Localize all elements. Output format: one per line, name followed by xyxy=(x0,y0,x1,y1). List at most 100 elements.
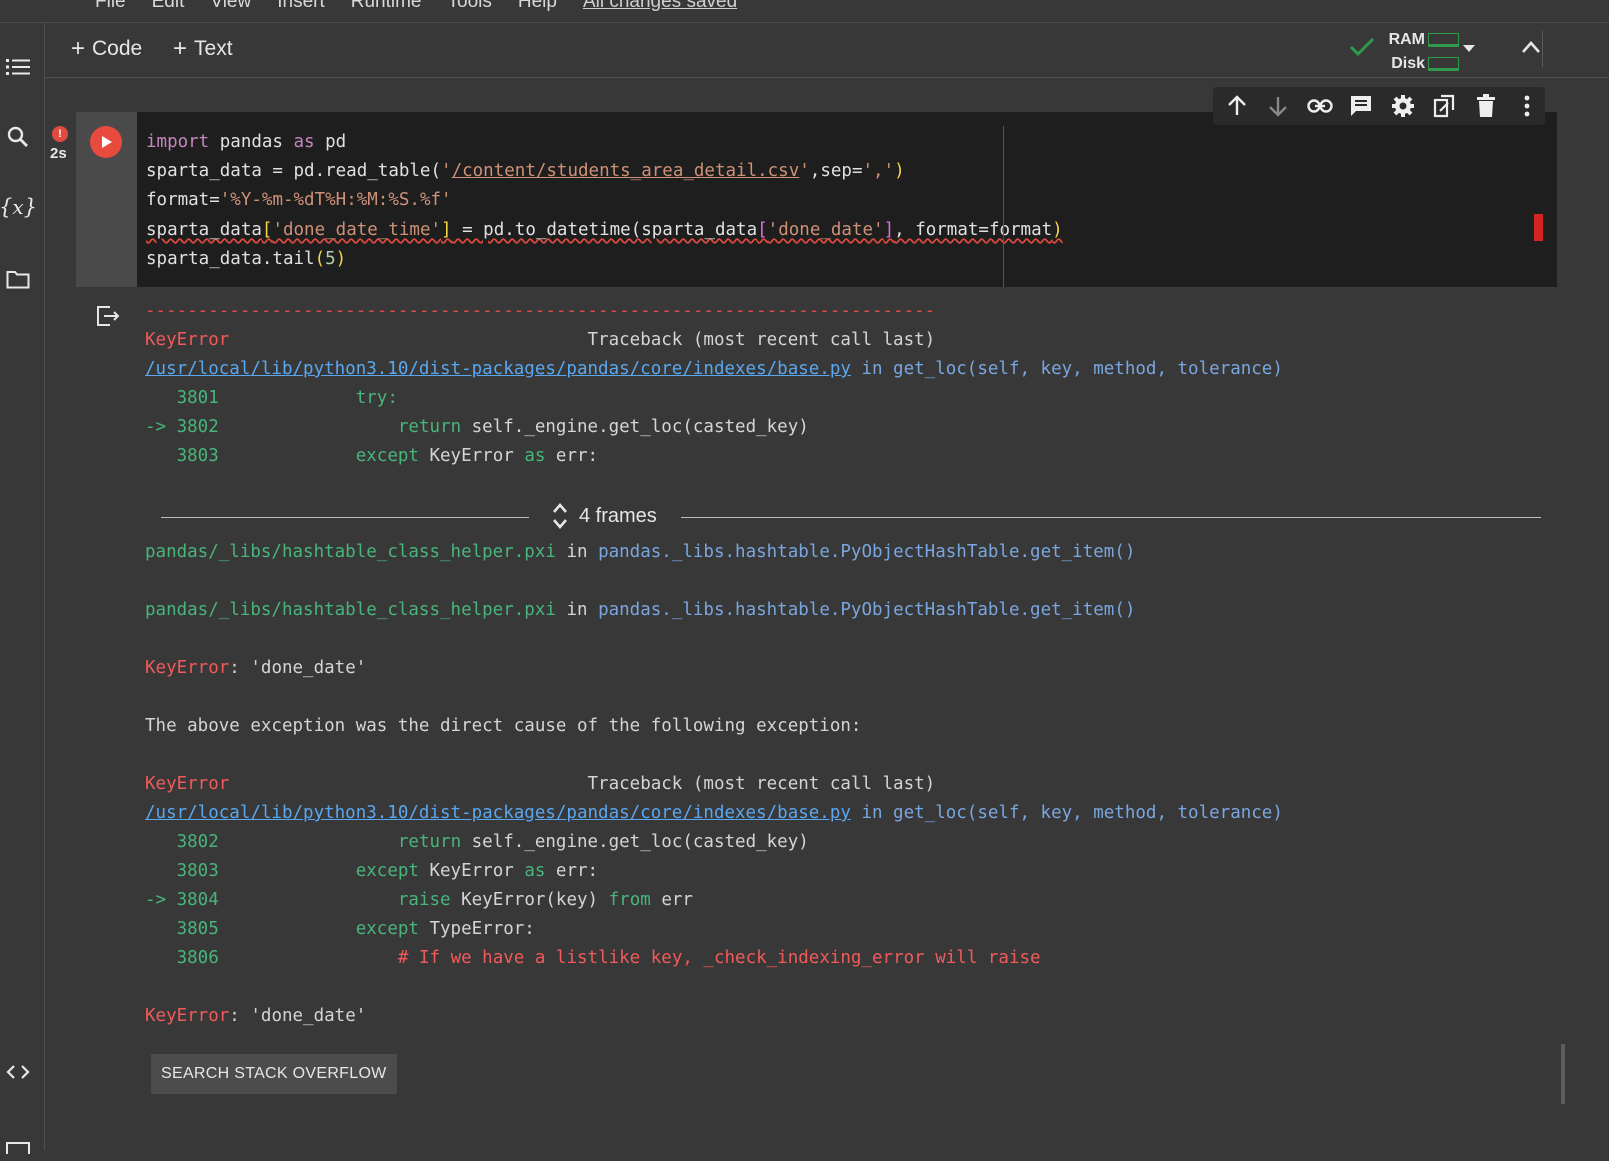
link-icon xyxy=(1307,99,1333,113)
current-line-arrow: -> xyxy=(145,890,177,910)
traceback-header: Traceback (most recent call last) xyxy=(229,774,936,794)
link-button[interactable] xyxy=(1302,89,1338,123)
toolbar-divider xyxy=(1542,31,1543,67)
file-link[interactable]: /usr/local/lib/python3.10/dist-packages/… xyxy=(145,803,851,823)
line-number: 3806 xyxy=(145,948,219,968)
code-cell[interactable]: import pandas as pd sparta_data = pd.rea… xyxy=(76,112,1557,287)
code-token: ] xyxy=(441,219,452,240)
cell-toolbar xyxy=(1213,87,1545,125)
add-text-button[interactable]: + Text xyxy=(173,37,233,61)
line-number: 3804 xyxy=(176,890,219,910)
code-token: , format=format xyxy=(894,219,1053,240)
search-stack-overflow-button[interactable]: SEARCH STACK OVERFLOW xyxy=(151,1054,397,1094)
menu-help[interactable]: Help xyxy=(518,0,557,13)
terminal-icon[interactable] xyxy=(4,1133,32,1161)
code-token: sparta_data xyxy=(146,219,262,240)
function-signature: in get_loc(self, key, method, tolerance) xyxy=(850,359,1283,379)
variables-icon[interactable]: {x} xyxy=(0,193,37,221)
code-text: KeyError(key) xyxy=(450,890,609,910)
execution-time: 2s xyxy=(50,145,67,162)
menu-tools[interactable]: Tools xyxy=(448,0,492,13)
keyword: return xyxy=(397,832,462,852)
code-token: ] xyxy=(883,219,895,240)
delete-cell-button[interactable] xyxy=(1468,89,1504,123)
file-link[interactable]: /usr/local/lib/python3.10/dist-packages/… xyxy=(145,359,851,379)
add-code-label: Code xyxy=(92,37,143,60)
code-token: 'done_date' xyxy=(767,219,884,240)
frames-label: 4 frames xyxy=(579,504,657,527)
line-number: 3802 xyxy=(145,832,219,852)
editor-ruler xyxy=(1003,126,1004,287)
settings-button[interactable] xyxy=(1385,89,1421,123)
frames-divider-left xyxy=(161,517,529,518)
csv-path-link[interactable]: /content/students_area_detail.csv xyxy=(452,161,800,181)
frames-divider-right xyxy=(681,517,1541,518)
current-line-arrow: -> xyxy=(145,417,177,437)
expand-frames-toggle[interactable]: 4 frames xyxy=(551,501,657,531)
arrow-up-icon xyxy=(1227,95,1246,115)
cause-message: The above exception was the direct cause… xyxy=(145,716,862,736)
menu-file[interactable]: File xyxy=(95,0,126,13)
keyword: return xyxy=(397,417,462,437)
collapsed-frames[interactable]: 4 frames xyxy=(161,503,1541,535)
code-token: ',' xyxy=(862,161,895,182)
gear-icon xyxy=(1391,95,1414,117)
output-actions-icon[interactable] xyxy=(96,305,120,327)
code-snippets-icon[interactable] xyxy=(4,1058,32,1086)
disk-label: Disk xyxy=(1391,55,1425,72)
scrollbar-thumb[interactable] xyxy=(1561,1044,1565,1104)
pxi-file: pandas/_libs/hashtable_class_helper.pxi xyxy=(145,600,556,620)
code-token: sparta_data.tail xyxy=(146,248,315,269)
error-message: : 'done_date' xyxy=(229,1006,367,1026)
error-message: : 'done_date' xyxy=(229,658,367,678)
code-text: self._engine.get_loc(casted_key) xyxy=(461,832,809,852)
add-code-button[interactable]: + Code xyxy=(71,37,142,61)
keyword: except xyxy=(355,446,419,466)
code-token: = pd.to_datetime(sparta_data xyxy=(451,219,758,240)
menu-insert[interactable]: Insert xyxy=(277,0,325,13)
table-of-contents-icon[interactable] xyxy=(4,53,32,81)
code-token: ' xyxy=(799,161,810,182)
move-up-button[interactable] xyxy=(1219,89,1255,123)
save-status[interactable]: All changes saved xyxy=(583,0,737,13)
code-token: [ xyxy=(757,219,768,240)
keyword: except xyxy=(355,861,419,881)
pxi-file: pandas/_libs/hashtable_class_helper.pxi xyxy=(145,542,556,562)
plus-icon: + xyxy=(173,35,188,62)
ram-label: RAM xyxy=(1388,31,1425,48)
search-icon[interactable] xyxy=(4,123,32,151)
menu-runtime[interactable]: Runtime xyxy=(351,0,422,13)
more-options-button[interactable] xyxy=(1510,89,1546,123)
comment-button[interactable] xyxy=(1344,89,1380,123)
code-token: ) xyxy=(335,248,347,269)
code-text: in xyxy=(555,542,599,562)
code-token: ,sep= xyxy=(809,161,863,182)
code-token: '%Y-%m-%dT%H:%M:%S.%f' xyxy=(219,190,452,211)
trash-icon xyxy=(1476,94,1495,117)
move-down-button[interactable] xyxy=(1261,89,1297,123)
mirror-cell-button[interactable] xyxy=(1427,89,1463,123)
code-token: [ xyxy=(261,219,273,240)
traceback-part-2: pandas/_libs/hashtable_class_helper.pxi … xyxy=(145,538,1283,1031)
code-line-5: sparta_data.tail(5) xyxy=(146,249,346,269)
connected-check-icon xyxy=(1349,37,1375,57)
function-name: pandas._libs.hashtable.PyObjectHashTable… xyxy=(598,600,1136,620)
function-signature: in get_loc(self, key, method, tolerance) xyxy=(850,803,1283,823)
menu-view[interactable]: View xyxy=(210,0,251,13)
plus-icon: + xyxy=(71,35,86,62)
resource-monitor[interactable]: RAM Disk xyxy=(1349,27,1459,73)
traceback-header: Traceback (most recent call last) xyxy=(229,330,936,350)
menu-edit[interactable]: Edit xyxy=(152,0,185,13)
code-editor[interactable]: import pandas as pd sparta_data = pd.rea… xyxy=(146,128,1063,274)
folder-icon[interactable] xyxy=(4,265,32,293)
resource-dropdown-icon[interactable] xyxy=(1461,43,1477,53)
code-line-3: format='%Y-%m-%dT%H:%M:%S.%f' xyxy=(146,190,452,210)
collapse-chevron-up-icon[interactable] xyxy=(1520,39,1542,55)
run-cell-button[interactable] xyxy=(90,126,122,158)
code-line-2: sparta_data = pd.read_table('/content/st… xyxy=(146,161,905,181)
